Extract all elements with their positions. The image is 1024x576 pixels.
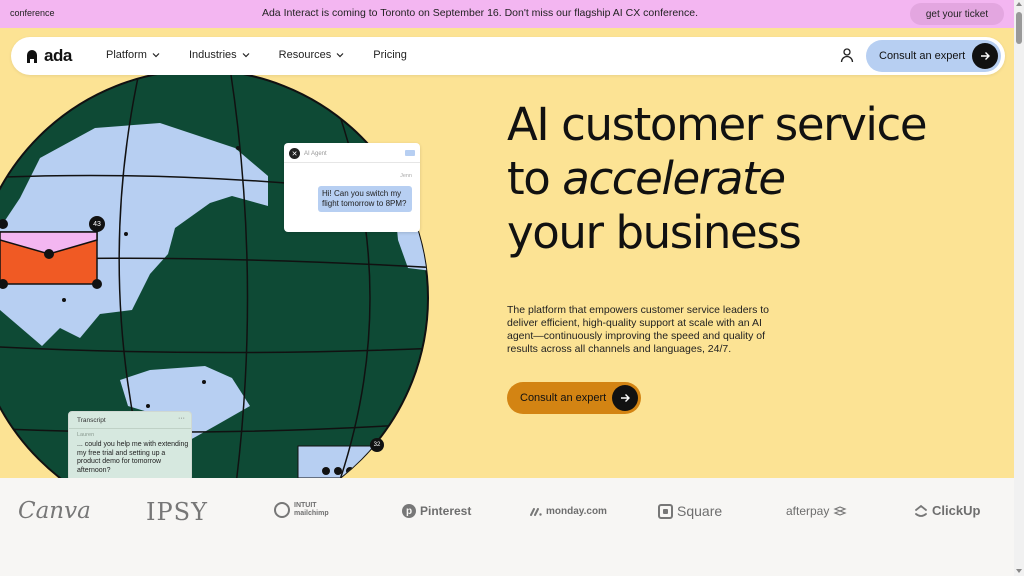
hero-consult-button[interactable]: Consult an expert xyxy=(507,382,641,414)
nav-item-label: Resources xyxy=(278,49,332,61)
transcript-sender: Lauren xyxy=(77,432,95,438)
logo-monday-text: monday.com xyxy=(546,506,607,517)
chevron-down-icon xyxy=(242,53,250,58)
transcript-card: Transcript ··· Lauren ... could you help… xyxy=(68,411,192,478)
mailchimp-icon xyxy=(274,502,290,518)
logo-square-text: Square xyxy=(677,503,723,519)
scroll-thumb[interactable] xyxy=(1016,12,1022,44)
logo-monday: monday.com xyxy=(530,506,607,517)
nav-item-label: Pricing xyxy=(373,49,407,61)
headline-line-3: your business xyxy=(507,206,802,259)
top-nav: ada Platform Industries Resources Pricin… xyxy=(11,37,1005,75)
logo-afterpay-text: afterpay xyxy=(786,504,830,518)
chevron-down-icon xyxy=(152,53,160,58)
nav-item-industries[interactable]: Industries xyxy=(189,49,250,61)
page-scrollbar[interactable] xyxy=(1014,0,1024,576)
main-menu: Platform Industries Resources Pricing xyxy=(106,49,436,61)
arrow-right-icon xyxy=(972,43,998,69)
ada-agent-icon: ✕ xyxy=(289,148,300,159)
pinterest-icon: p xyxy=(402,504,416,518)
hero-consult-label: Consult an expert xyxy=(520,392,607,404)
chat-sender: Jenn xyxy=(400,173,412,179)
scroll-down-icon[interactable] xyxy=(1016,569,1022,573)
nav-item-label: Industries xyxy=(188,49,237,61)
logo-pinterest-text: Pinterest xyxy=(420,504,472,518)
logo-ipsy: IPSY xyxy=(146,498,208,526)
nav-consult-button[interactable]: Consult an expert xyxy=(866,40,1001,72)
headline-line-1: AI customer service xyxy=(507,98,928,151)
chat-card: ✕ AI Agent Jenn Hi! Can you switch my fl… xyxy=(284,143,420,232)
user-icon[interactable] xyxy=(839,47,855,63)
hero-subtext: The platform that empowers customer serv… xyxy=(507,304,770,355)
headline-line-2-prefix: to xyxy=(507,152,563,205)
logo-mailchimp: INTUIT mailchimp xyxy=(274,502,334,518)
transcript-title: Transcript xyxy=(77,417,106,424)
get-ticket-button[interactable]: get your ticket xyxy=(910,3,1004,25)
headline-emphasis: accelerate xyxy=(562,152,786,205)
logo-clickup-text: ClickUp xyxy=(932,503,981,518)
count-badge: 32 xyxy=(370,438,384,452)
logo-afterpay: afterpay xyxy=(786,504,847,518)
divider xyxy=(284,162,420,163)
ada-logo[interactable]: ada xyxy=(25,46,72,66)
square-icon xyxy=(658,503,673,519)
nav-item-platform[interactable]: Platform xyxy=(106,49,160,61)
clickup-icon xyxy=(915,504,927,517)
nav-item-label: Platform xyxy=(106,49,147,61)
hero-section: 43 32 ✕ AI Agent Jenn Hi! Can you switch… xyxy=(0,28,1014,478)
logo-wordmark: ada xyxy=(44,46,72,65)
afterpay-icon xyxy=(833,506,847,516)
announcement-message[interactable]: Ada Interact is coming to Toronto on Sep… xyxy=(0,7,960,19)
logo-canva: Canva xyxy=(18,498,91,524)
chevron-down-icon xyxy=(336,53,344,58)
scroll-up-icon[interactable] xyxy=(1016,2,1022,6)
count-badge: 43 xyxy=(89,216,105,232)
chat-menu-icon xyxy=(405,150,415,156)
logo-mailchimp-text: INTUIT mailchimp xyxy=(294,502,329,517)
divider xyxy=(69,428,191,429)
chat-agent-label: AI Agent xyxy=(304,150,327,157)
ada-logo-icon xyxy=(27,50,37,63)
nav-item-resources[interactable]: Resources xyxy=(279,49,345,61)
logo-square: Square xyxy=(658,503,722,519)
hero-headline: AI customer service to accelerate your b… xyxy=(507,98,928,260)
announcement-bar: conference Ada Interact is coming to Tor… xyxy=(0,0,1014,28)
transcript-message: ... could you help me with extending my … xyxy=(77,441,189,474)
monday-icon xyxy=(530,507,542,516)
arrow-right-icon xyxy=(612,385,638,411)
nav-consult-label: Consult an expert xyxy=(879,50,966,62)
customer-logos: Canva IPSY INTUIT mailchimp p Pinterest … xyxy=(0,478,1014,576)
logo-clickup: ClickUp xyxy=(914,503,980,518)
transcript-menu-icon: ··· xyxy=(178,415,185,422)
chat-message: Hi! Can you switch my flight tomorrow to… xyxy=(318,186,412,212)
logo-pinterest: p Pinterest xyxy=(402,504,471,518)
nav-item-pricing[interactable]: Pricing xyxy=(373,49,407,61)
